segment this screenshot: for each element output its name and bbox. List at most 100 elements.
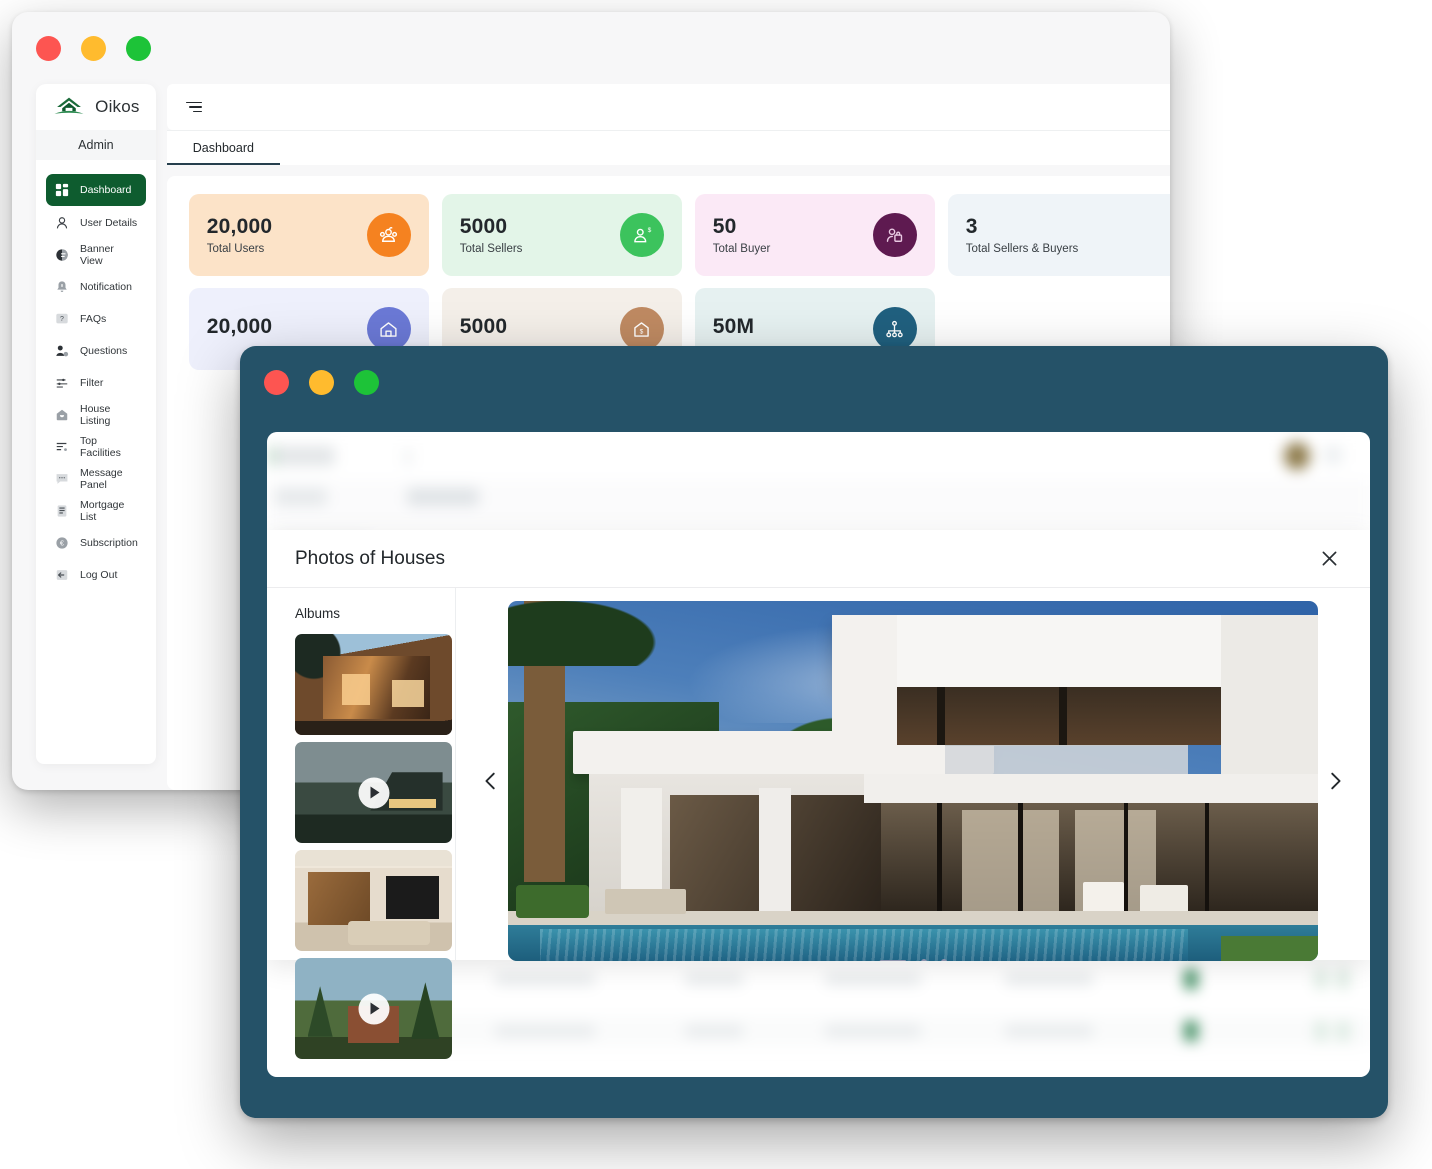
sidebar-item-message-panel[interactable]: Message Panel: [46, 464, 146, 494]
bell-icon: [54, 280, 69, 295]
chevron-right-icon[interactable]: [1318, 770, 1352, 792]
stat-value: 5000: [459, 314, 508, 338]
sidebar-item-log-out[interactable]: Log Out: [46, 560, 146, 590]
sidebar-item-subscription[interactable]: € Subscription: [46, 528, 146, 558]
stat-card-total-sellers[interactable]: 5000 Total Sellers $: [441, 194, 682, 276]
euro-coin-icon: €: [54, 536, 69, 551]
admin-label: Admin: [36, 130, 156, 160]
minimize-window-button[interactable]: [81, 35, 106, 61]
stat-value: 20,000: [206, 214, 273, 238]
thumbnail-item[interactable]: [295, 958, 452, 1059]
svg-text:$: $: [640, 328, 644, 335]
tab-dashboard[interactable]: Dashboard: [166, 141, 280, 165]
svg-text:?: ?: [60, 316, 64, 323]
sidebar-item-label: Banner View: [80, 243, 114, 267]
albums-panel: Albums: [267, 588, 456, 1059]
photo-gallery-window: Photos of Houses Albums: [240, 346, 1388, 1118]
stat-value: 3: [965, 214, 978, 238]
house-roof-logo-icon: [52, 95, 86, 119]
thumbnail-item[interactable]: [295, 634, 452, 735]
carousel-pagination: [508, 959, 1318, 961]
chat-icon: [54, 472, 69, 487]
chevron-left-icon[interactable]: [474, 770, 508, 792]
pagination-dot[interactable]: [921, 959, 927, 961]
stat-label: Total Buyer: [712, 243, 771, 256]
menu-icon[interactable]: [185, 101, 202, 113]
users-group-icon: [366, 213, 411, 257]
property-value-icon: $: [619, 307, 664, 351]
sidebar-item-user-details[interactable]: User Details: [46, 208, 146, 238]
buyer-bag-icon: [872, 213, 917, 257]
thumbnail-list: [295, 634, 452, 1059]
image-viewer: [456, 588, 1370, 961]
albums-title: Albums: [295, 606, 341, 621]
play-icon[interactable]: [358, 777, 389, 808]
sidebar-item-label: Dashboard: [80, 184, 132, 196]
top-bar: [166, 84, 1170, 130]
sidebar: Oikos Admin Dashboard User Details Banne…: [36, 84, 156, 764]
sidebar-item-faqs[interactable]: ? FAQs: [46, 304, 146, 334]
banner-icon: [54, 248, 69, 263]
photos-modal: Photos of Houses Albums: [267, 530, 1370, 1059]
stat-label: Total Users: [206, 243, 265, 256]
window-titlebar-back: [12, 12, 1170, 84]
sidebar-item-label: Subscription: [80, 537, 138, 549]
sidebar-item-filter[interactable]: Filter: [46, 368, 146, 398]
minimize-window-button-front[interactable]: [309, 369, 334, 395]
stat-value: 5000: [459, 214, 508, 238]
stat-label: Total Sellers & Buyers: [965, 243, 1079, 256]
sidebar-item-questions[interactable]: Questions: [46, 336, 146, 366]
modal-header: Photos of Houses: [267, 530, 1370, 588]
sidebar-item-label: Message Panel: [80, 467, 123, 491]
play-icon[interactable]: [358, 993, 389, 1024]
grid-icon: [54, 183, 69, 198]
close-window-button[interactable]: [36, 35, 61, 61]
pagination-dot[interactable]: [941, 959, 947, 961]
thumbnail-item[interactable]: [295, 742, 452, 843]
user-question-icon: [54, 344, 69, 359]
maximize-window-button-front[interactable]: [354, 369, 379, 395]
traffic-lights-back: [36, 35, 151, 61]
screenshot-stage: Oikos Admin Dashboard User Details Banne…: [0, 0, 1432, 1169]
close-icon[interactable]: [1316, 546, 1342, 572]
sidebar-item-house-listing[interactable]: House Listing: [46, 400, 146, 430]
document-icon: [54, 504, 69, 519]
inner-app: Photos of Houses Albums: [267, 432, 1370, 1077]
svg-text:$: $: [648, 226, 652, 233]
sidebar-item-banner-view[interactable]: Banner View: [46, 240, 146, 270]
tab-bar: Dashboard: [166, 130, 1170, 165]
stat-value: 20,000: [206, 314, 273, 338]
house-tag-icon: [54, 408, 69, 423]
stat-value: 50M: [712, 314, 755, 338]
hero-image[interactable]: [508, 601, 1318, 961]
pagination-active[interactable]: [879, 959, 907, 961]
stat-card-grid: 20,000 Total Users 5000 Total Sellers $ …: [188, 194, 1170, 370]
stat-card-total-sellers-buyers[interactable]: 3 Total Sellers & Buyers: [947, 194, 1170, 276]
sidebar-item-label: Notification: [80, 281, 132, 293]
sidebar-item-notification[interactable]: Notification: [46, 272, 146, 302]
sidebar-nav: Dashboard User Details Banner View Notif…: [36, 160, 156, 590]
sidebar-item-top-facilities[interactable]: Top Facilities: [46, 432, 146, 462]
window-titlebar-front: [240, 346, 1388, 418]
stat-card-total-users[interactable]: 20,000 Total Users: [188, 194, 429, 276]
thumbnail-item[interactable]: [295, 850, 452, 951]
maximize-window-button[interactable]: [126, 35, 151, 61]
close-window-button-front[interactable]: [264, 369, 289, 395]
sidebar-item-mortgage-list[interactable]: Mortgage List: [46, 496, 146, 526]
traffic-lights-front: [264, 369, 379, 395]
network-icon: [872, 307, 917, 351]
sidebar-item-label: House Listing: [80, 403, 111, 427]
modal-body: Albums: [267, 588, 1370, 1059]
user-icon: [54, 216, 69, 231]
sidebar-item-label: Mortgage List: [80, 499, 125, 523]
brand: Oikos: [36, 84, 156, 130]
stat-card-total-buyer[interactable]: 50 Total Buyer: [694, 194, 935, 276]
logout-arrow-icon: [54, 568, 69, 583]
sidebar-item-label: User Details: [80, 217, 138, 229]
seller-dollar-icon: $: [619, 213, 664, 257]
sidebar-item-label: FAQs: [80, 313, 107, 325]
sidebar-item-label: Filter: [80, 377, 104, 389]
sidebar-item-dashboard[interactable]: Dashboard: [46, 174, 146, 206]
filter-icon: [54, 376, 69, 391]
modal-title: Photos of Houses: [295, 547, 445, 569]
